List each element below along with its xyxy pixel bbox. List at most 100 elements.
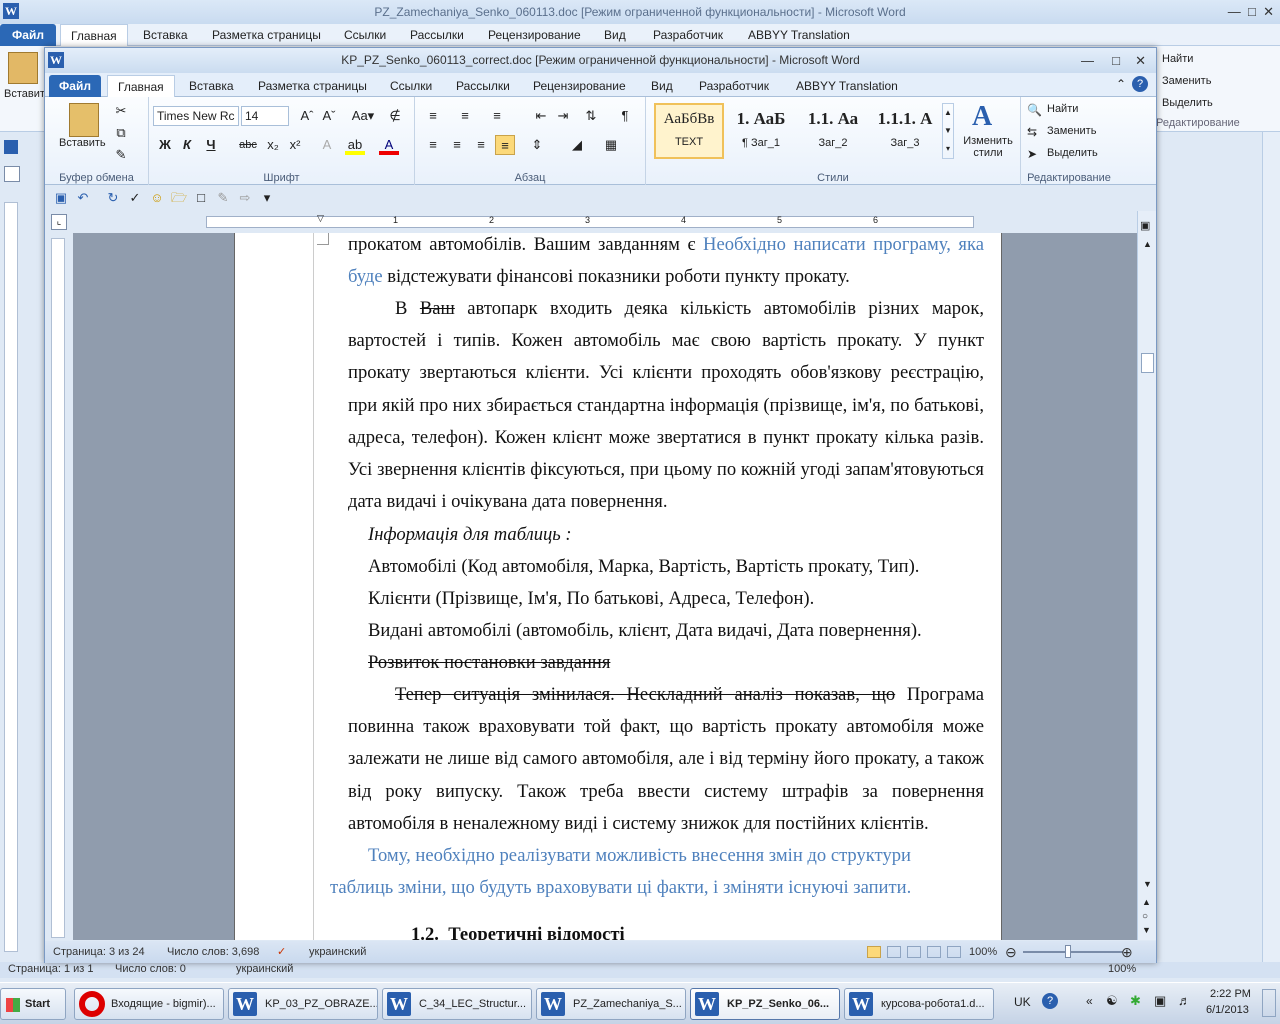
style-zag3[interactable]: 1.1.1. А Заг_3 xyxy=(870,103,940,159)
paragraph-intro-end[interactable]: буде відстежувати фінансові показники ро… xyxy=(348,261,984,293)
table-clients[interactable]: Клієнти (Прізвище, Ім'я, По батькові, Ад… xyxy=(368,583,814,615)
paragraph-changes[interactable]: Тепер ситуація змінилася. Нескладний ана… xyxy=(348,679,984,840)
back-status-page[interactable]: Страница: 1 из 1 xyxy=(8,963,94,975)
paragraph-fleet[interactable]: В Ваш автопарк входить деяка кількість а… xyxy=(348,293,984,518)
tab-review[interactable]: Рецензирование xyxy=(523,75,636,97)
next-page-icon[interactable]: ▼ xyxy=(1142,925,1151,935)
table-cars[interactable]: Автомобілі (Код автомобіля, Марка, Варті… xyxy=(368,551,919,583)
back-find-button[interactable]: Найти xyxy=(1162,53,1193,65)
select-button[interactable]: Выделить xyxy=(1047,147,1098,159)
zoom-slider-thumb[interactable] xyxy=(1065,945,1071,958)
redo-icon[interactable]: ↻ xyxy=(103,188,123,208)
indent-marker[interactable]: ▽ xyxy=(317,213,324,224)
back-window-controls[interactable]: — □ ✕ xyxy=(1228,0,1274,24)
horizontal-ruler[interactable]: 1 2 3 4 5 6 ▽ xyxy=(206,213,974,228)
volume-tray-icon[interactable]: ♬ xyxy=(1178,993,1191,1008)
subscript-button[interactable]: x₂ xyxy=(263,135,283,155)
back-paste-icon[interactable] xyxy=(8,52,38,84)
tab-page-layout[interactable]: Разметка страницы xyxy=(248,75,377,97)
bold-button[interactable]: Ж xyxy=(155,135,175,155)
zoom-level[interactable]: 100% xyxy=(969,941,997,963)
font-size-combo[interactable]: 14 xyxy=(241,106,289,126)
font-color-icon[interactable]: A xyxy=(379,135,399,155)
replace-button[interactable]: Заменить xyxy=(1047,125,1096,137)
highlight-icon[interactable]: ab xyxy=(345,135,365,155)
tab-abbyy[interactable]: ABBYY Translation xyxy=(786,75,908,97)
language-indicator[interactable]: UK xyxy=(1014,995,1031,1009)
decrease-indent-icon[interactable]: ⇤ xyxy=(531,106,551,126)
find-icon[interactable]: 🔍 xyxy=(1027,103,1042,117)
open-folder-icon[interactable]: 🗁 xyxy=(169,188,189,208)
back-status-lang[interactable]: украинский xyxy=(236,963,293,975)
replace-icon[interactable]: ⇆ xyxy=(1027,125,1037,139)
help-icon[interactable]: ? xyxy=(1132,76,1148,92)
tables-info-heading[interactable]: Інформація для таблиць : xyxy=(368,519,572,551)
prev-page-icon[interactable]: ▲ xyxy=(1142,897,1151,907)
track-icon[interactable]: ✎ xyxy=(213,188,233,208)
close-button[interactable]: ✕ xyxy=(1135,48,1146,73)
proofing-icon[interactable]: ✓ xyxy=(277,941,286,963)
shrink-font-icon[interactable]: Aˇ xyxy=(319,106,339,126)
start-button[interactable]: Start xyxy=(0,988,66,1020)
style-zag1[interactable]: 1. АаБ ¶ Заг_1 xyxy=(726,103,796,159)
customize-qat-icon[interactable]: ▾ xyxy=(257,188,277,208)
word-app-icon[interactable]: W xyxy=(48,52,64,68)
sort-icon[interactable]: ⇅ xyxy=(581,106,601,126)
copy-icon[interactable]: ⧉ xyxy=(111,123,131,143)
tab-references[interactable]: Ссылки xyxy=(380,75,442,97)
align-center-icon[interactable]: ≡ xyxy=(447,135,467,155)
back-tab-mailings[interactable]: Рассылки xyxy=(400,24,474,46)
scroll-down-arrow[interactable]: ▼ xyxy=(1143,879,1152,889)
spelling-icon[interactable]: ✓ xyxy=(125,188,145,208)
paste-icon[interactable] xyxy=(69,103,99,137)
draft-icon[interactable] xyxy=(947,946,961,958)
find-button[interactable]: Найти xyxy=(1047,103,1078,115)
outline-icon[interactable] xyxy=(927,946,941,958)
section-heading[interactable]: 1.2. Теоретичні відомості xyxy=(411,919,625,940)
justify-icon[interactable]: ≡ xyxy=(495,135,515,155)
italic-button[interactable]: К xyxy=(177,135,197,155)
increase-indent-icon[interactable]: ⇥ xyxy=(553,106,573,126)
maximize-button[interactable]: □ xyxy=(1112,48,1120,73)
change-styles-button[interactable]: Изменить стили xyxy=(958,135,1018,159)
back-tab-layout[interactable]: Разметка страницы xyxy=(202,24,331,46)
taskbar-item-word-5[interactable]: W курсова-робота1.d... xyxy=(844,988,994,1020)
taskbar-item-opera[interactable]: Входящие - bigmir)... xyxy=(74,988,224,1020)
font-name-combo[interactable]: Times New Rc xyxy=(153,106,239,126)
network-tray-icon[interactable]: ☯ xyxy=(1106,993,1118,1009)
paragraph-intro[interactable]: прокатом автомобілів. Вашим завданням є … xyxy=(348,233,984,261)
document-page[interactable]: прокатом автомобілів. Вашим завданням є … xyxy=(234,233,1002,940)
back-tab-home[interactable]: Главная xyxy=(60,24,128,46)
grow-font-icon[interactable]: Aˆ xyxy=(297,106,317,126)
back-tab-developer[interactable]: Разработчик xyxy=(643,24,733,46)
back-tab-view[interactable]: Вид xyxy=(594,24,636,46)
style-zag2[interactable]: 1.1. Аа Заг_2 xyxy=(798,103,868,159)
new-doc-icon[interactable]: □ xyxy=(191,188,211,208)
display-tray-icon[interactable]: ▣ xyxy=(1154,993,1166,1009)
borders-icon[interactable]: ▦ xyxy=(601,135,621,155)
taskbar-item-word-1[interactable]: W KP_03_PZ_OBRAZE... xyxy=(228,988,378,1020)
tab-file[interactable]: Файл xyxy=(49,75,101,97)
format-painter-icon[interactable]: ✎ xyxy=(111,145,131,165)
smiley-icon[interactable]: ☺ xyxy=(147,188,167,208)
clear-format-icon[interactable]: ∉ xyxy=(385,106,405,126)
collapse-ribbon-icon[interactable]: ⌃ xyxy=(1116,77,1126,91)
clock-date[interactable]: 6/1/2013 xyxy=(1206,1004,1249,1016)
show-desktop-button[interactable] xyxy=(1262,989,1276,1017)
tab-home[interactable]: Главная xyxy=(107,75,175,97)
multilevel-list-icon[interactable]: ≡ xyxy=(487,106,507,126)
browse-object-icon[interactable]: ○ xyxy=(1142,911,1148,922)
clock-time[interactable]: 2:22 PM xyxy=(1210,988,1251,1000)
strikethrough-button[interactable]: abc xyxy=(235,135,261,155)
vertical-scrollbar[interactable]: ▣ ▲ ▼ ▲ ○ ▼ xyxy=(1137,211,1156,940)
back-tab-review[interactable]: Рецензирование xyxy=(478,24,591,46)
back-tab-file[interactable]: Файл xyxy=(0,24,56,46)
shading-icon[interactable]: ◢ xyxy=(567,135,587,155)
zoom-in-icon[interactable]: ⊕ xyxy=(1121,941,1133,963)
zoom-out-icon[interactable]: ⊖ xyxy=(1005,941,1017,963)
taskbar-item-word-active[interactable]: W KP_PZ_Senko_06... xyxy=(690,988,840,1020)
styles-scroll-arrows[interactable]: ▲ ▼ ▾ xyxy=(942,103,954,159)
paste-button[interactable]: Вставить xyxy=(59,137,106,149)
paragraph-conclusion[interactable]: Тому, необхідно реалізувати можливість в… xyxy=(330,840,950,904)
ruler-toggle-icon[interactable]: ▣ xyxy=(1140,219,1150,232)
